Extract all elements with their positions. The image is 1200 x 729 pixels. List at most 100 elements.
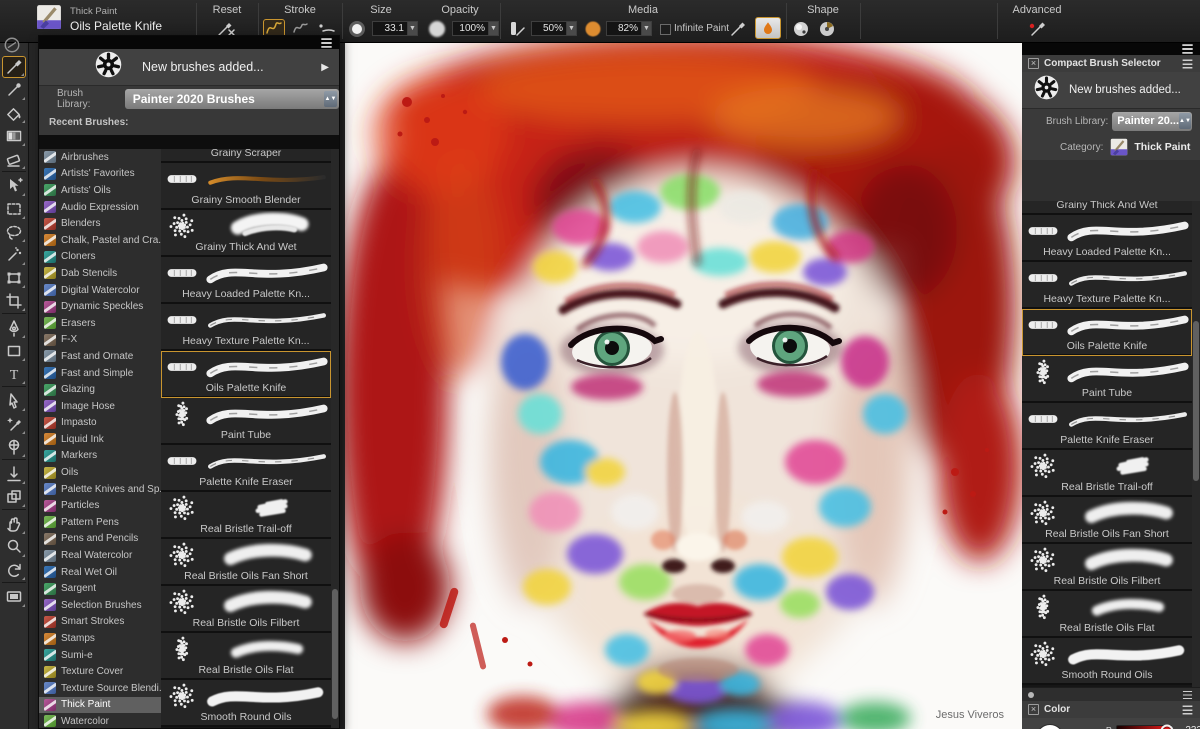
brush-variant-item[interactable]: Heavy Texture Palette Kn... [161,304,331,351]
canvas[interactable]: Jesus Viveros [338,34,1022,729]
brush-variant-item[interactable]: Real Bristle Oils Filbert [1022,544,1192,591]
dab-shape-button[interactable] [790,19,812,39]
brush-variant-item[interactable]: Smooth Round Oils [161,680,331,727]
media-amount-value-field[interactable]: 82% [606,21,642,36]
brush-variant-item[interactable]: Real Bristle Trail-off [161,492,331,539]
category-item[interactable]: Stamps [39,630,161,647]
dock-new-brushes-banner[interactable]: New brushes added... [1022,72,1200,109]
category-item[interactable]: Artists' Oils [39,182,161,199]
brush-variant-item[interactable]: Real Bristle Oils Flat [1022,591,1192,638]
brush-variant-item[interactable]: Paint Tube [161,398,331,445]
size-dab-icon[interactable] [346,19,368,39]
brush-variant-item[interactable]: Grainy Thick And Wet [1022,201,1192,215]
dock-library-stepper-icon[interactable]: ▲▼ [1179,113,1191,129]
secondary-color-swatch[interactable] [1036,724,1064,729]
category-item[interactable]: Erasers [39,315,161,332]
variant-scrollbar-thumb[interactable] [332,589,338,719]
dock-variant-scrollbar[interactable] [1192,201,1200,687]
toolbox-collapse-icon[interactable] [3,36,21,59]
dropper-tool[interactable] [2,79,26,101]
layer-adjuster-tool[interactable] [2,175,26,197]
media-amount-dropdown-arrow[interactable]: ▼ [641,21,652,36]
category-item[interactable]: Smart Strokes [39,614,161,631]
dock-menu-icon[interactable] [1182,43,1193,54]
category-item[interactable]: Digital Watercolor [39,282,161,299]
rectangular-selection-tool[interactable] [2,198,26,220]
mirror-painting-tool[interactable] [2,413,26,435]
media-flow-value-field[interactable]: 50% [531,21,567,36]
shape-selection-tool[interactable] [2,390,26,412]
brush-variant-item[interactable]: Real Bristle Oils Filbert [161,586,331,633]
category-item[interactable]: Fast and Simple [39,365,161,382]
brush-category-thumbnail[interactable] [36,4,62,32]
brush-variant-item[interactable]: Smooth Round Oils [1022,638,1192,685]
current-brush-variant[interactable]: Oils Palette Knife [70,19,162,33]
category-item[interactable]: Pens and Pencils [39,531,161,548]
size-dropdown-arrow[interactable]: ▼ [407,21,418,36]
brush-variant-item[interactable]: Real Bristle Oils Flat [161,633,331,680]
brush-variant-item[interactable]: Palette Knife Eraser [1022,403,1192,450]
color-options-icon[interactable] [1182,705,1193,714]
color-panel-tab[interactable]: Color [1022,701,1200,719]
brush-variant-item[interactable]: Paint Tube [1022,356,1192,403]
footer-menu-icon[interactable] [1182,690,1193,699]
media-flow-icon[interactable] [506,19,528,39]
brush-variant-item[interactable]: Grainy Smooth Blender [161,163,331,210]
category-item[interactable]: Fast and Ornate [39,348,161,365]
pen-tool[interactable] [2,317,26,339]
library-stepper-icon[interactable]: ▲▼ [324,91,337,107]
brush-loading-icon[interactable] [728,19,750,39]
brush-variant-item[interactable]: Heavy Loaded Palette Kn... [161,257,331,304]
category-item[interactable]: Airbrushes [39,149,161,166]
compact-brush-selector-tab[interactable]: Compact Brush Selector [1022,55,1200,73]
category-item[interactable]: Dab Stencils [39,265,161,282]
brush-variant-item[interactable]: Real Bristle Oils Fan Short [161,539,331,586]
category-item[interactable]: Palette Knives and Sp... [39,481,161,498]
thick-paint-icon[interactable] [1109,138,1129,156]
brush-variant-item[interactable]: Real Bristle Oils Fan Short [1022,497,1192,544]
brush-variant-item[interactable]: Grainy Scraper [161,149,331,163]
perspective-grid-tool[interactable] [2,486,26,508]
category-item[interactable]: Audio Expression [39,199,161,216]
category-item[interactable]: Real Wet Oil [39,564,161,581]
panel-menu-icon[interactable] [321,37,332,48]
brush-library-dropdown[interactable]: Painter 2020 Brushes ▲▼ [124,89,339,109]
category-item[interactable]: Image Hose [39,398,161,415]
panel-options-icon[interactable] [1182,59,1193,68]
variant-scrollbar[interactable] [331,149,339,728]
screen-mode-tool[interactable] [2,586,26,608]
resize-dot-icon[interactable] [1028,691,1034,698]
dab-angle-button[interactable] [816,19,838,39]
opacity-value-field[interactable]: 100% [452,21,489,36]
category-item[interactable]: Liquid Ink [39,431,161,448]
category-item[interactable]: Selection Brushes [39,597,161,614]
brush-variant-item[interactable]: Palette Knife Eraser [161,445,331,492]
magic-wand-tool[interactable] [2,244,26,266]
recent-brushes-strip[interactable] [39,135,339,149]
infinite-paint-checkbox[interactable] [660,24,671,35]
category-item[interactable]: Real Watercolor [39,547,161,564]
category-item[interactable]: Oils [39,464,161,481]
category-item[interactable]: Texture Cover [39,663,161,680]
grabber-hand-tool[interactable] [2,513,26,535]
category-item[interactable]: Pattern Pens [39,514,161,531]
category-item[interactable]: Glazing [39,381,161,398]
brush-tool[interactable] [2,56,26,78]
brush-variant-item[interactable]: Heavy Texture Palette Kn... [1022,262,1192,309]
category-item[interactable]: Blenders [39,215,161,232]
rotate-page-tool[interactable] [2,559,26,581]
brush-variant-item[interactable]: Real Bristle Trail-off [1022,450,1192,497]
transform-tool[interactable] [2,267,26,289]
divine-proportion-tool[interactable] [2,463,26,485]
dock-brush-library-dropdown[interactable]: Painter 20... ▲▼ [1112,111,1193,131]
brush-variant-item[interactable]: Oils Palette Knife [161,351,331,398]
brush-variant-item[interactable]: Heavy Loaded Palette Kn... [1022,215,1192,262]
lasso-tool[interactable] [2,221,26,243]
eraser-tool[interactable] [2,148,26,170]
category-item[interactable]: F-X [39,332,161,349]
category-item[interactable]: Dynamic Speckles [39,298,161,315]
close-icon[interactable] [1028,704,1039,715]
category-item[interactable]: Cloners [39,249,161,266]
category-item[interactable]: Markers [39,448,161,465]
wet-paint-toggle-button[interactable] [755,17,781,39]
